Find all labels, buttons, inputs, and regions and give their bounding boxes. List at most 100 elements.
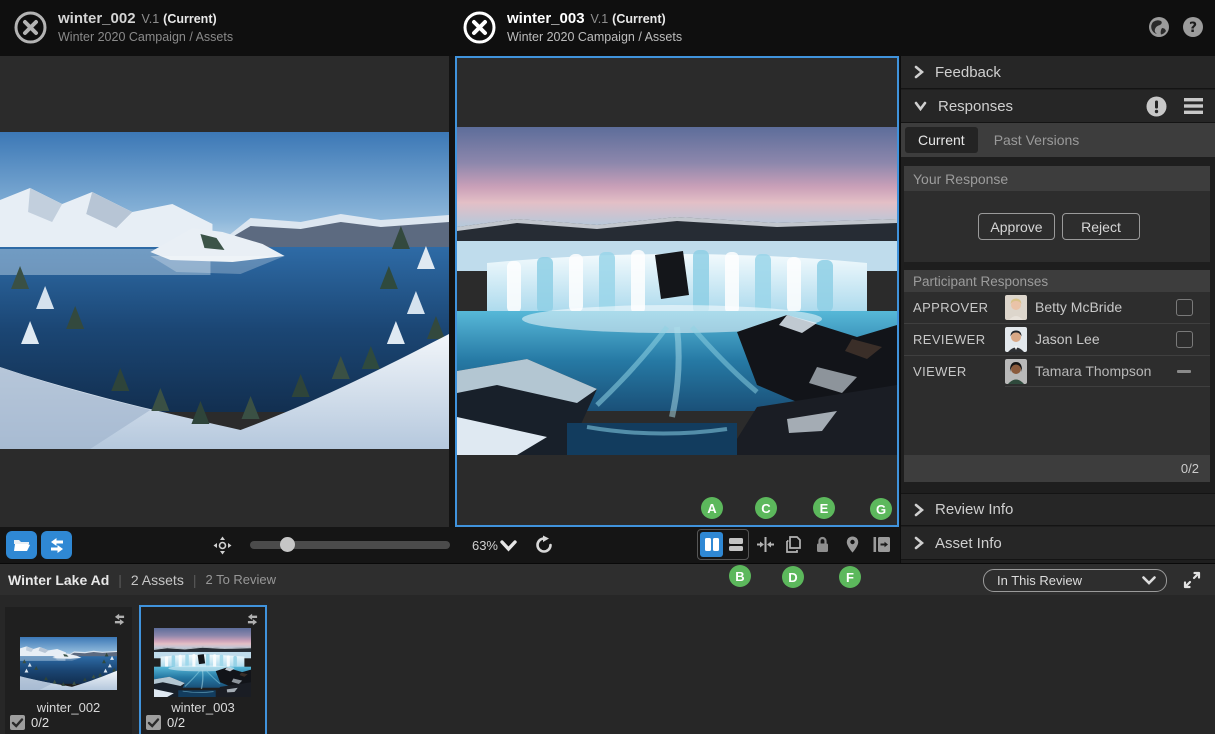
- center-image-icon[interactable]: [213, 536, 232, 555]
- asset-image-winter-002[interactable]: [0, 132, 449, 449]
- section-asset-info[interactable]: Asset Info: [901, 527, 1215, 560]
- side-by-side-view-button[interactable]: [700, 532, 723, 557]
- asset-current-flag: (Current): [163, 12, 216, 26]
- swap-icon[interactable]: [245, 613, 260, 626]
- stacked-view-button[interactable]: [724, 532, 747, 557]
- participant-role: APPROVER: [913, 300, 988, 315]
- pin-location-icon[interactable]: [843, 535, 862, 554]
- response-checkbox[interactable]: [1176, 331, 1193, 348]
- chevron-down-icon: [914, 101, 927, 111]
- asset-card-winter-003-selected[interactable]: winter_003 0/2: [139, 605, 267, 734]
- asset-card-winter-002[interactable]: winter_002 0/2: [5, 607, 132, 734]
- asset-breadcrumb: Winter 2020 Campaign / Assets: [58, 30, 233, 44]
- no-response-dash: [1177, 370, 1191, 373]
- alert-icon[interactable]: [1146, 96, 1167, 117]
- participant-row: VIEWER Tamara Thompson: [904, 356, 1210, 387]
- asset-image-winter-003[interactable]: [457, 127, 897, 455]
- folder-icon: [13, 537, 31, 553]
- filmstrip: winter_002 0/2 winter_003 0/2: [0, 595, 1215, 734]
- chevron-right-icon: [914, 503, 924, 517]
- tab-past-versions[interactable]: Past Versions: [981, 127, 1093, 153]
- stacked-view-icon: [728, 537, 744, 552]
- participant-name: Tamara Thompson: [1035, 363, 1151, 379]
- review-app-window: winter_002V.1(Current) Winter 2020 Campa…: [0, 0, 1215, 734]
- thumbnail-winter-003[interactable]: [154, 628, 251, 697]
- thumbnail-progress: 0/2: [167, 715, 185, 730]
- swap-icon[interactable]: [112, 613, 127, 626]
- close-icon[interactable]: [463, 11, 496, 44]
- asset-header-left: winter_002V.1(Current) Winter 2020 Campa…: [0, 0, 449, 56]
- open-folder-button[interactable]: [6, 531, 37, 559]
- asset-version: V.1: [142, 12, 160, 26]
- row-divider: [1005, 386, 1210, 387]
- chevron-down-icon: [1142, 576, 1156, 585]
- svg-text:?: ?: [1189, 20, 1197, 36]
- section-label: Asset Info: [935, 535, 1002, 552]
- review-title: Winter Lake Ad: [8, 572, 109, 588]
- close-icon[interactable]: [14, 11, 47, 44]
- callout-badge-b: B: [729, 565, 751, 587]
- globe-icon[interactable]: [1148, 16, 1170, 38]
- tab-current[interactable]: Current: [905, 127, 978, 153]
- approve-button[interactable]: Approve: [978, 213, 1055, 240]
- filter-dropdown-value: In This Review: [997, 573, 1142, 588]
- zoom-slider-thumb[interactable]: [280, 537, 295, 552]
- chevron-right-icon: [914, 536, 924, 550]
- participant-responses-list: APPROVER Betty McBride REVIEWER Jason Le…: [904, 292, 1210, 455]
- asset-header-right: winter_003 V.1(Current) Winter 2020 Campa…: [449, 0, 899, 56]
- align-compare-icon[interactable]: [756, 535, 775, 554]
- asset-count: 2 Assets: [131, 572, 184, 588]
- side-by-side-icon: [704, 537, 720, 552]
- rotate-refresh-icon[interactable]: [534, 535, 554, 555]
- your-response-body: Approve Reject: [904, 191, 1210, 262]
- asset-title-block: winter_002V.1(Current) Winter 2020 Campa…: [58, 10, 233, 44]
- section-feedback[interactable]: Feedback: [901, 56, 1215, 89]
- zoom-presets-chevron-icon[interactable]: [500, 539, 517, 551]
- section-label: Feedback: [935, 64, 1001, 81]
- asset-title-block: winter_003 V.1(Current) Winter 2020 Campa…: [507, 10, 682, 44]
- participant-responses-header: Participant Responses: [904, 270, 1210, 292]
- asset-version: V.1: [591, 12, 609, 26]
- callout-badge-e: E: [813, 497, 835, 519]
- your-response-header: Your Response: [904, 166, 1210, 191]
- section-review-info[interactable]: Review Info: [901, 493, 1215, 526]
- separator: |: [193, 572, 197, 588]
- zoom-level-value: 63%: [458, 538, 498, 553]
- callout-badge-d: D: [782, 566, 804, 588]
- chevron-right-icon: [914, 65, 924, 79]
- viewer-pane-right-selected: [455, 56, 899, 527]
- thumbnail-label: winter_002: [5, 700, 132, 715]
- lock-icon[interactable]: [813, 535, 832, 554]
- response-checkbox[interactable]: [1176, 299, 1193, 316]
- viewer-toolbar: 63%: [0, 527, 900, 563]
- swap-icon: [48, 537, 66, 554]
- participant-name: Jason Lee: [1035, 331, 1100, 347]
- top-bar: winter_002V.1(Current) Winter 2020 Campa…: [0, 0, 1215, 56]
- copy-pages-icon[interactable]: [784, 535, 803, 554]
- menu-icon[interactable]: [1184, 98, 1203, 114]
- help-icon[interactable]: ?: [1182, 16, 1204, 38]
- detach-panel-icon[interactable]: [872, 535, 891, 554]
- checked-checkbox-icon[interactable]: [10, 715, 25, 730]
- reject-button[interactable]: Reject: [1062, 213, 1140, 240]
- checked-checkbox-icon[interactable]: [146, 715, 161, 730]
- callout-badge-a: A: [701, 497, 723, 519]
- filter-dropdown[interactable]: In This Review: [983, 569, 1167, 592]
- section-label: Review Info: [935, 501, 1013, 518]
- zoom-slider[interactable]: [250, 541, 450, 549]
- participant-role: REVIEWER: [913, 332, 986, 347]
- view-mode-toggle: [697, 529, 749, 560]
- asset-name: winter_003: [507, 10, 585, 27]
- filmstrip-header: Winter Lake Ad | 2 Assets | 2 To Review …: [0, 563, 1215, 595]
- asset-current-flag: (Current): [612, 12, 665, 26]
- asset-breadcrumb: Winter 2020 Campaign / Assets: [507, 30, 682, 44]
- thumbnail-winter-002[interactable]: [20, 637, 117, 690]
- avatar: [1005, 327, 1027, 352]
- callout-badge-f: F: [839, 566, 861, 588]
- expand-icon[interactable]: [1183, 571, 1201, 589]
- response-progress: 0/2: [904, 455, 1210, 482]
- participant-name: Betty McBride: [1035, 299, 1122, 315]
- viewer-pane-left: [0, 56, 449, 527]
- swap-versions-button[interactable]: [41, 531, 72, 559]
- section-responses[interactable]: Responses: [901, 90, 1215, 123]
